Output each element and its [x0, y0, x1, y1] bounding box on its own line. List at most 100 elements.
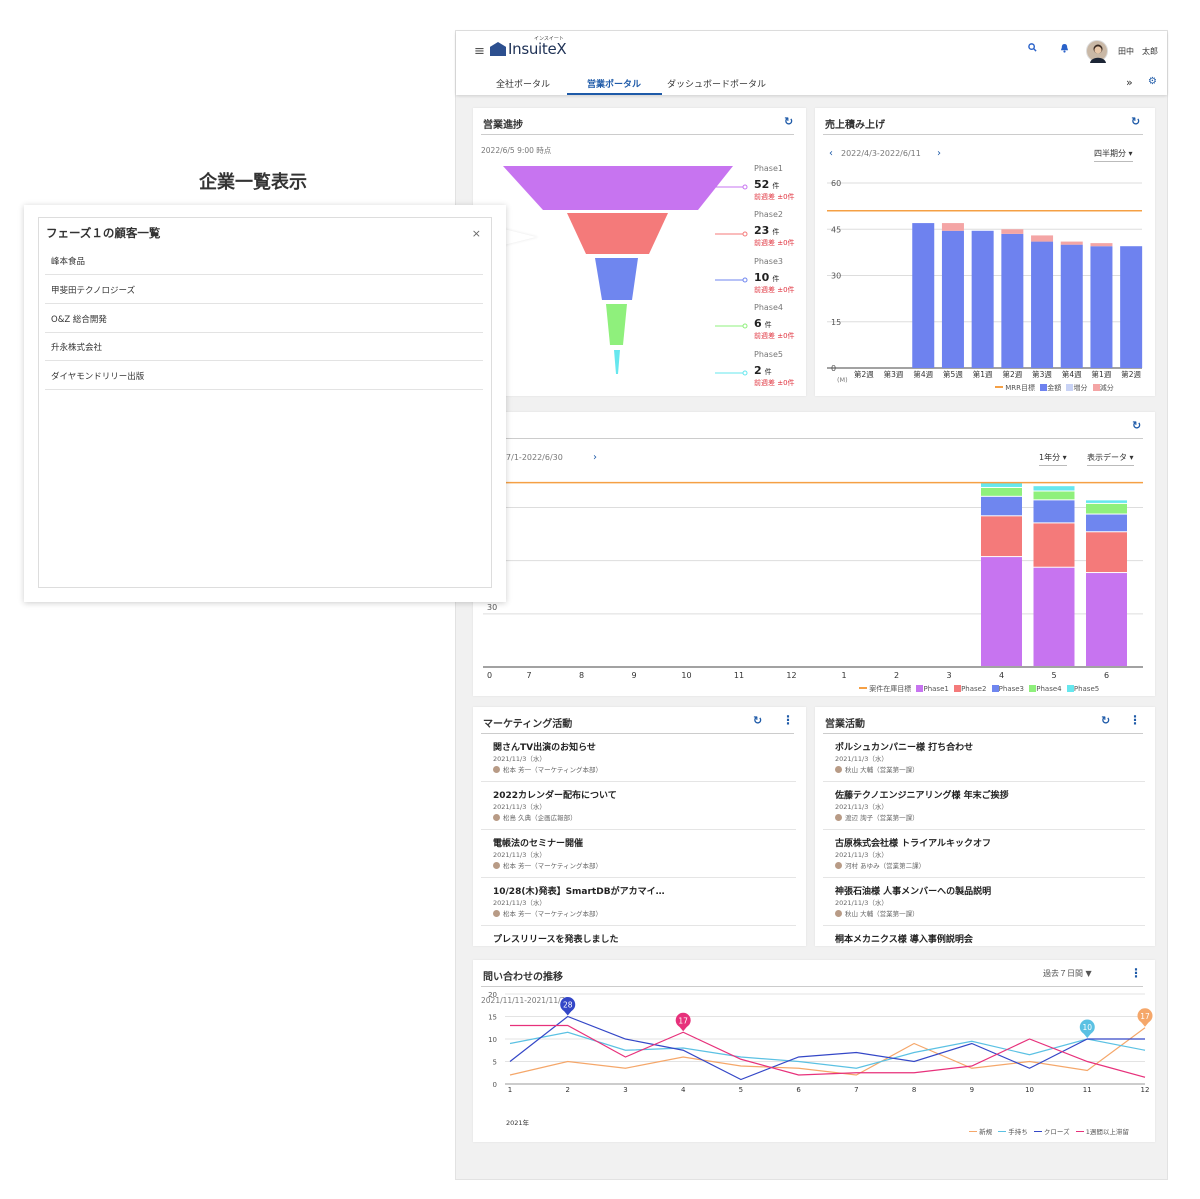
x-tick-label: 第3週	[1032, 369, 1052, 379]
x-tick-label: 9	[631, 671, 636, 680]
phase2-diff: 前週差 ±0件	[754, 239, 795, 247]
user-avatar[interactable]	[1086, 40, 1108, 63]
bar-金額	[1060, 244, 1083, 368]
pin-label: 17	[1140, 1012, 1150, 1021]
y-zero-label: 0	[487, 671, 492, 680]
card-title: 営業活動	[825, 719, 865, 730]
avatar-icon	[835, 862, 842, 869]
tab-company-portal[interactable]: 全社ポータル	[496, 77, 550, 90]
more-vertical-icon[interactable]: ⋮	[782, 713, 794, 727]
customer-row[interactable]: 甲斐田テクノロジーズ	[45, 275, 483, 304]
bar-Phase4	[1086, 503, 1127, 514]
x-tick-label: 9	[970, 1086, 974, 1094]
user-name[interactable]: 田中 太郎	[1118, 46, 1158, 57]
settings-icon[interactable]: ⚙	[1148, 76, 1157, 87]
x-tick-label: 4	[681, 1086, 686, 1094]
y-tick-label: 60	[831, 179, 841, 188]
legend-target: 案件在庫目標	[869, 685, 912, 693]
list-item[interactable]: 佐藤テクノエンジニアリング様 年末ご挨拶 2021/11/3（水） 渡辺 詢子（営業…	[823, 783, 1145, 830]
funnel-phase4	[606, 304, 627, 345]
avatar-icon	[493, 814, 500, 821]
pin-label: 28	[563, 1001, 573, 1010]
customer-row[interactable]: O&Z 総合開発	[45, 304, 483, 333]
list-item[interactable]: 関さんTV出演のお知らせ 2021/11/3（水） 松本 芳一（マーケティング本部）	[481, 735, 796, 782]
search-icon[interactable]	[1028, 43, 1037, 55]
y-tick-label: 10	[488, 1036, 497, 1044]
inventory-chart: 300 7 8 9 10 11 12 1 2 3 4 5 6	[483, 481, 1143, 680]
phase5-count: 2件	[754, 364, 772, 377]
tab-sales-portal[interactable]: 営業ポータル	[587, 77, 641, 90]
inventory-card: 在庫 ↻ 2021/7/1-2022/6/30 › 1年分 ▾ 表示データ ▾ …	[473, 412, 1155, 696]
y-tick-label: 20	[488, 991, 497, 999]
legend-new: 新規	[979, 1128, 993, 1136]
line-新規	[509, 1027, 1146, 1076]
y-tick-label: 15	[831, 318, 841, 327]
x-tick-label: 4	[999, 671, 1004, 680]
logo-ruby: インスイート	[534, 36, 564, 42]
hamburger-menu-icon[interactable]: ≡	[474, 44, 485, 59]
phase2-count: 23 件	[754, 224, 780, 237]
x-tick-label: 10	[681, 671, 691, 680]
bar-減分	[1031, 235, 1054, 242]
x-tick-label: 3	[623, 1086, 627, 1094]
avatar-icon	[493, 862, 500, 869]
legend-phase3: Phase3	[998, 685, 1025, 693]
customer-row[interactable]: 升永株式会社	[45, 332, 483, 361]
x-tick-label: 7	[526, 671, 531, 680]
sales-progress-card: 営業進捗 ↻ 2022/6/5 9:00 時点 Phase1 52 件 前週差 ±…	[473, 108, 806, 396]
bar-Phase5	[1086, 500, 1127, 503]
bell-icon[interactable]	[1060, 43, 1069, 56]
more-vertical-icon[interactable]: ⋮	[1129, 713, 1141, 727]
close-icon[interactable]: ×	[472, 227, 481, 240]
bar-Phase3	[1033, 500, 1075, 523]
refresh-icon[interactable]: ↻	[753, 714, 762, 727]
funnel-phase2	[567, 213, 668, 254]
line-手持ち	[509, 1031, 1146, 1069]
x-tick-label: 第1週	[973, 369, 993, 379]
y-tick-label: 0	[493, 1081, 497, 1089]
tab-dashboard-portal[interactable]: ダッシュボードポータル	[667, 77, 766, 90]
phase4-count: 6件	[754, 317, 772, 330]
list-item[interactable]: ポルシュカンパニー様 打ち合わせ 2021/11/3（水） 秋山 大輔（営業第一課）	[823, 735, 1145, 782]
refresh-icon[interactable]: ↻	[1101, 714, 1110, 727]
phase3-diff: 前週差 ±0件	[754, 286, 795, 294]
app-logo[interactable]: InsuiteX インスイート	[490, 36, 567, 58]
x-tick-label: 8	[912, 1086, 916, 1094]
x-tick-label: 1	[508, 1086, 512, 1094]
customer-list-popup: フェーズ１の顧客一覧 × 峰本食品 甲斐田テクノロジーズ O&Z 総合開発 升永…	[24, 205, 506, 602]
bar-Phase2	[1086, 532, 1127, 573]
funnel-phase1	[503, 166, 733, 210]
bar-Phase1	[1086, 573, 1127, 666]
x-tick-label: 11	[1083, 1086, 1092, 1094]
legend-closed: クローズ	[1043, 1128, 1070, 1136]
bar-Phase4	[981, 487, 1022, 496]
x-tick-label: 5	[1051, 671, 1056, 680]
bar-金額	[971, 230, 994, 368]
bar-Phase1	[981, 557, 1022, 666]
bar-Phase3	[981, 496, 1022, 516]
list-item[interactable]: 2022カレンダー配布について 2021/11/3（水） 松島 久典（企画広報部）	[481, 783, 796, 830]
funnel-connector-lines	[715, 184, 748, 376]
portal-tabs: 全社ポータル 営業ポータル ダッシュボードポータル » ⚙	[456, 71, 1167, 95]
x-tick-label: 第3週	[884, 369, 904, 379]
card-title: マーケティング活動	[483, 719, 573, 730]
y-tick-label: 45	[831, 225, 841, 234]
customer-row[interactable]: ダイヤモンドリリー出版	[45, 361, 483, 390]
bar-金額	[1120, 246, 1143, 368]
legend-phase5: Phase5	[1073, 685, 1100, 693]
more-tabs-icon[interactable]: »	[1126, 76, 1133, 89]
phase1-count: 52 件	[754, 178, 780, 191]
avatar-icon	[493, 766, 500, 773]
legend-decrease: 減分	[1099, 384, 1114, 392]
x-tick-label: 第2週	[1121, 369, 1141, 379]
chart-legend: 案件在庫目標 Phase1 Phase2 Phase3 Phase4 Phase…	[859, 684, 1099, 694]
x-tick-label: 7	[854, 1086, 858, 1094]
popup-title: フェーズ１の顧客一覧	[46, 226, 161, 240]
list-item[interactable]: 古原株式会社様 トライアルキックオフ 2021/11/3（水） 河村 あゆみ（営業第…	[823, 831, 1145, 878]
phase3-count: 10 件	[754, 271, 780, 284]
phase4-label: Phase4	[754, 303, 783, 312]
x-tick-label: 1	[841, 671, 846, 680]
list-item[interactable]: 電帳法のセミナー開催 2021/11/3（水） 松本 芳一（マーケティング本部）	[481, 831, 796, 878]
customer-row[interactable]: 峰本食品	[45, 246, 483, 275]
phase1-label: Phase1	[754, 164, 783, 173]
